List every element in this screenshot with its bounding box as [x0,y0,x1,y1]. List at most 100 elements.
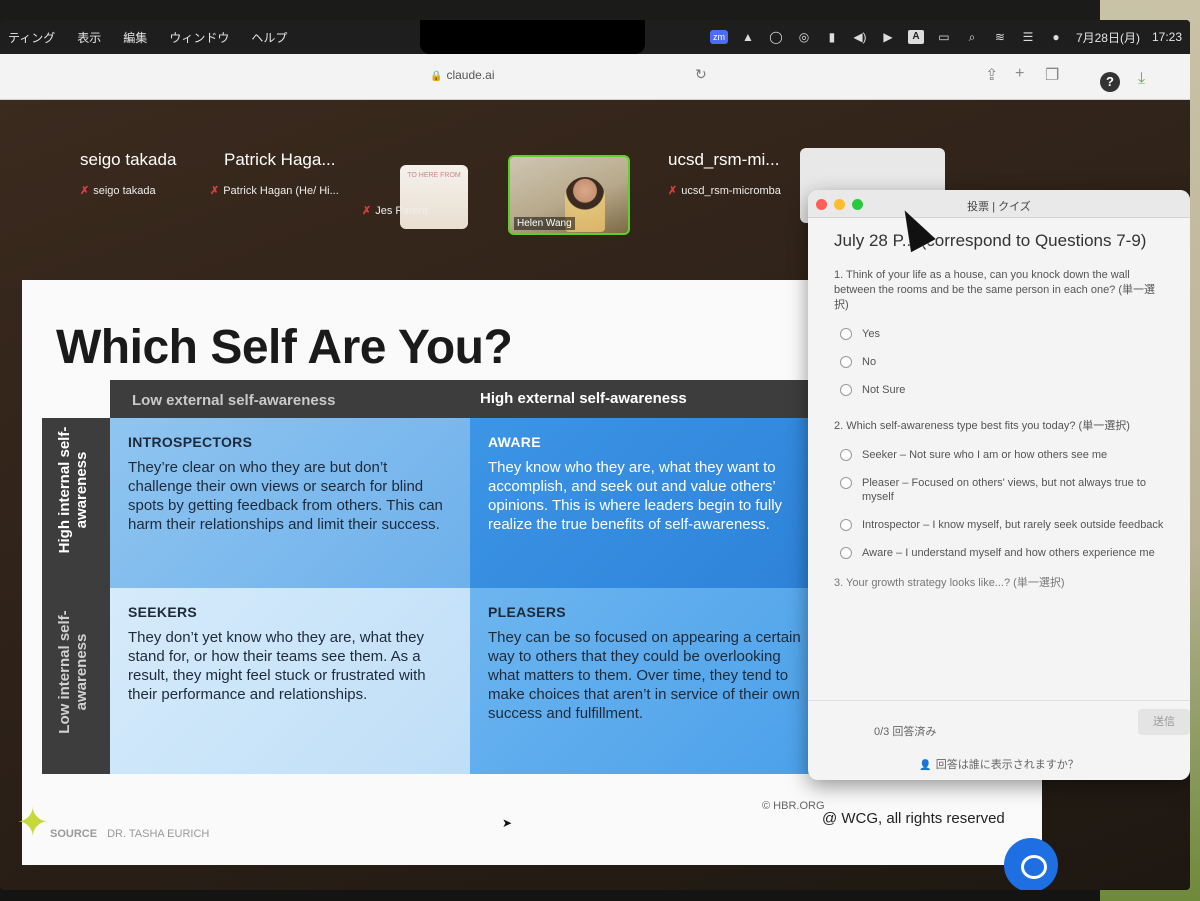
download-icon[interactable]: ⤓ [1138,70,1145,88]
answer-option[interactable]: Introspector – I know myself, but rarely… [834,518,1164,532]
cell-heading: SEEKERS [128,604,198,620]
quiz-heading: July 28 P... (correspond to Questions 7-… [834,231,1147,250]
cell-text: They don’t yet know who they are, what t… [128,629,426,703]
question-3: 3. Your growth strategy looks like...? (… [834,577,1065,589]
radio-button[interactable] [840,328,852,340]
participant-name: seigo takada [80,150,177,169]
answer-option[interactable]: No [834,355,1164,369]
screen: ティング 表示 編集 ウィンドウ ヘルプ zm ▲ ◯ ◎ ▮ ◀) ▶ A ▭… [0,20,1190,890]
row-header-low: Low internal self-awareness [56,610,90,734]
drive-icon[interactable]: ▲ [740,30,756,44]
radio-button[interactable] [840,356,852,368]
participant-tile-jes[interactable]: ✗ Jes Parent [362,190,428,218]
mic-off-icon: ✗ [210,185,220,197]
cast-icon[interactable]: ◎ [796,30,812,44]
quiz-content: July 28 P... (correspond to Questions 7-… [808,218,1190,591]
credit-text: © HBR.ORG [762,800,825,812]
radio-button[interactable] [840,547,852,559]
menubar-time[interactable]: 17:23 [1152,30,1182,44]
menu-item-edit[interactable]: 編集 [123,29,147,46]
participant-video-helen-active-speaker[interactable]: Helen Wang [508,155,630,235]
quiz-footer: 0/3 回答済み 送信 [808,700,1190,750]
answered-count: 0/3 回答済み [874,726,937,738]
menu-item-app[interactable]: ティング [8,29,55,46]
question-2: 2. Which self-awareness type best fits y… [834,420,1130,432]
control-center-icon[interactable]: ☰ [1020,30,1036,44]
window-title: 投票 | クイズ [967,201,1031,213]
new-tab-icon[interactable]: + [1015,65,1024,83]
lock-icon: 🔒 [430,71,443,82]
tabs-overview-icon[interactable]: ❐ [1045,65,1059,85]
browser-toolbar: 🔒 claude.ai ↻ ⇪ + ❐ ? ⤓ [0,54,1190,100]
cell-text: They can be so focused on appearing a ce… [488,629,801,722]
wifi-icon[interactable]: ≋ [992,30,1008,44]
volume-icon[interactable]: ◀) [852,30,868,44]
search-icon[interactable]: ⌕ [964,30,980,44]
status-area: zm ▲ ◯ ◎ ▮ ◀) ▶ A ▭ ⌕ ≋ ☰ ● 7月28日(月) 17:… [709,29,1182,46]
input-source-icon[interactable]: A [907,30,924,44]
window-titlebar: 投票 | クイズ [808,190,1190,218]
submit-button[interactable]: 送信 [1138,709,1190,735]
participant-label: ✗ Jes Parent [362,204,428,218]
cell-text: They know who they are, what they want t… [488,459,783,533]
chat-bubble-icon[interactable]: ◯ [768,30,784,44]
reload-icon[interactable]: ↻ [695,66,707,83]
camera-notch [420,20,645,54]
siri-icon[interactable]: ● [1048,30,1064,44]
cell-introspectors: INTROSPECTORS They’re clear on who they … [110,418,470,588]
option-label: Not Sure [862,384,906,396]
participant-name: ucsd_rsm-mi... [668,150,780,169]
self-awareness-matrix: Low external self-awareness High externa… [42,380,832,774]
option-label: Yes [862,328,880,340]
mic-off-icon: ✗ [80,185,90,197]
cell-aware: AWARE They know who they are, what they … [470,418,832,588]
radio-button[interactable] [840,449,852,461]
participant-label-text: ucsd_rsm-micromba [681,184,781,197]
share-icon[interactable]: ⇪ [985,65,998,85]
participant-label-text: Jes Parent [375,204,428,217]
address-bar[interactable]: 🔒 claude.ai [430,68,495,82]
zoom-status-icon[interactable]: zm [709,30,728,44]
battery-icon[interactable]: ▭ [936,30,952,44]
menu-item-window[interactable]: ウィンドウ [169,29,229,46]
answer-option[interactable]: Seeker – Not sure who I am or how others… [834,448,1164,462]
pointer-icon: ➤ [502,816,513,830]
menu-item-help[interactable]: ヘルプ [251,29,287,46]
person-icon: 👤 [919,760,932,771]
radio-button[interactable] [840,384,852,396]
column-header-low: Low external self-awareness [132,392,336,409]
source-name: DR. TASHA EURICH [107,828,210,840]
participant-label-text: seigo takada [93,184,156,197]
participant-tile-patrick[interactable]: Patrick Haga... ✗ Patrick Hagan (He/ Hi.… [210,150,339,197]
play-icon[interactable]: ▶ [880,30,896,44]
participant-tile-ucsd[interactable]: ucsd_rsm-mi... ✗ ucsd_rsm-micromba [668,150,781,197]
matrix-header: Low external self-awareness High externa… [110,380,832,418]
answer-option[interactable]: Pleaser – Focused on others' views, but … [834,476,1164,504]
mic-off-icon: ✗ [668,185,678,197]
help-icon[interactable]: ? [1100,72,1120,92]
tray-icon[interactable]: ▮ [824,30,840,44]
answer-option[interactable]: Not Sure [834,383,1164,397]
option-label: Aware – I understand myself and how othe… [862,547,1155,559]
cell-heading: INTROSPECTORS [128,434,253,450]
participant-label: ✗ seigo takada [80,184,176,198]
menubar-date[interactable]: 7月28日(月) [1076,29,1140,46]
chat-button[interactable] [1004,838,1058,890]
question-1: 1. Think of your life as a house, can yo… [834,269,1156,311]
visibility-link[interactable]: 👤 回答は誰に表示されますか？ [808,756,1190,772]
menu-item-view[interactable]: 表示 [77,29,101,46]
url-text: claude.ai [446,68,495,82]
participant-label: ✗ ucsd_rsm-micromba [668,184,781,198]
participant-tile-seigo[interactable]: seigo takada ✗ seigo takada [80,150,176,197]
rights-text: @ WCG, all rights reserved [822,810,1005,827]
answer-option[interactable]: Yes [834,327,1164,341]
answer-option[interactable]: Aware – I understand myself and how othe… [834,546,1164,560]
participant-label: ✗ Patrick Hagan (He/ Hi... [210,184,339,198]
cell-heading: PLEASERS [488,604,566,620]
cell-seekers: SEEKERS They don’t yet know who they are… [110,588,470,774]
option-label: Seeker – Not sure who I am or how others… [862,449,1108,461]
radio-button[interactable] [840,519,852,531]
slide-title: Which Self Are You? [56,321,513,374]
radio-button[interactable] [840,477,852,489]
mic-off-icon: ✗ [362,205,372,217]
